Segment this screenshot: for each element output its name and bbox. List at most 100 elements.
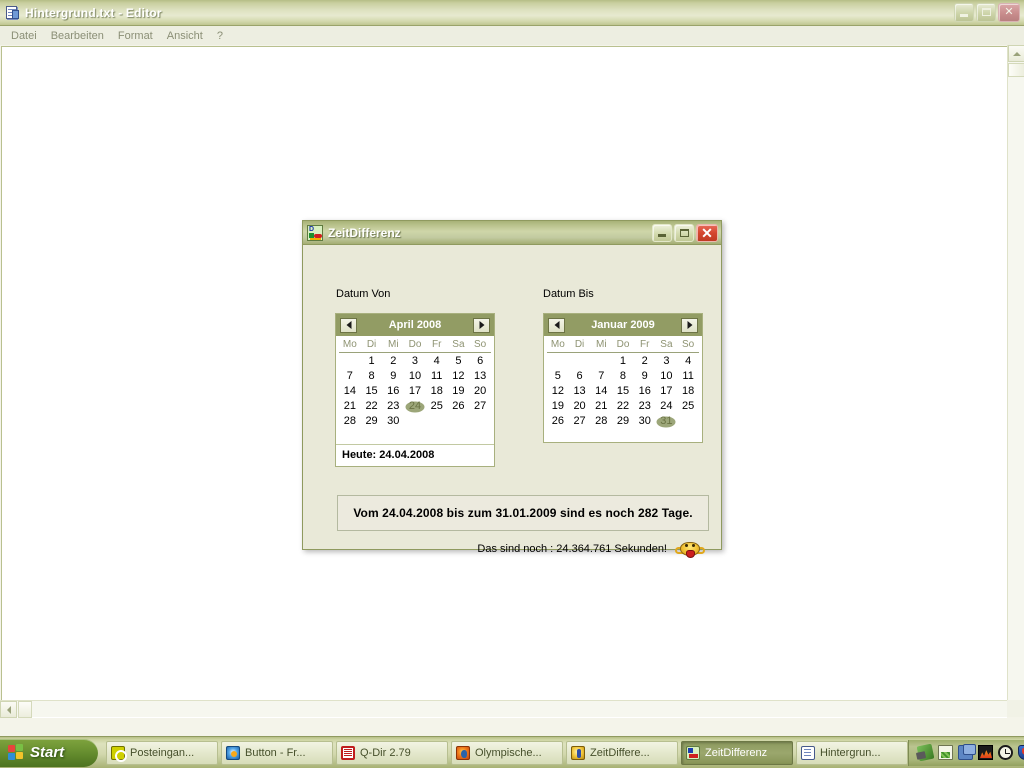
calendar-day[interactable]: 24 <box>404 399 426 414</box>
calendar-day[interactable]: 1 <box>361 354 383 369</box>
calendar-day[interactable]: 28 <box>590 414 612 429</box>
calendar-day[interactable]: 26 <box>547 414 569 429</box>
calendar-day[interactable]: 6 <box>469 354 491 369</box>
notepad-titlebar[interactable]: Hintergrund.txt - Editor ✕ <box>0 0 1024 26</box>
calendar-day[interactable]: 3 <box>404 354 426 369</box>
calendar-day[interactable]: 27 <box>569 414 591 429</box>
calendar-day[interactable]: 29 <box>361 414 383 429</box>
menu-item-ansicht[interactable]: Ansicht <box>160 29 210 43</box>
calendar-day[interactable]: 9 <box>634 369 656 384</box>
notepad-close-button[interactable]: ✕ <box>998 3 1020 22</box>
calendar-day[interactable]: 17 <box>656 384 678 399</box>
calendar-day[interactable]: 22 <box>612 399 634 414</box>
calendar-day[interactable]: 25 <box>426 399 448 414</box>
calendar-day[interactable]: 1 <box>612 354 634 369</box>
calendar-day[interactable]: 21 <box>590 399 612 414</box>
calendar-day[interactable]: 8 <box>361 369 383 384</box>
calendar-day[interactable]: 15 <box>361 384 383 399</box>
antivirus-shield-icon[interactable] <box>1018 745 1024 760</box>
calendar-day[interactable]: 28 <box>339 414 361 429</box>
dialog-close-button[interactable]: ✕ <box>696 223 718 242</box>
scroll-left-button[interactable] <box>0 701 17 718</box>
calendar-day[interactable]: 12 <box>547 384 569 399</box>
calendar-day[interactable]: 4 <box>677 354 699 369</box>
calendar-day[interactable]: 3 <box>656 354 678 369</box>
scroll-up-button[interactable] <box>1008 45 1024 62</box>
calendar-day[interactable]: 13 <box>469 369 491 384</box>
menu-item-format[interactable]: Format <box>111 29 160 43</box>
start-button[interactable]: Start <box>0 738 98 767</box>
calendar-day[interactable]: 15 <box>612 384 634 399</box>
calendar-day[interactable]: 30 <box>382 414 404 429</box>
calendar-day[interactable]: 5 <box>547 369 569 384</box>
calendar-day[interactable]: 25 <box>677 399 699 414</box>
calendar-day[interactable]: 19 <box>547 399 569 414</box>
vertical-scroll-thumb[interactable] <box>1008 63 1024 77</box>
calendar-day[interactable]: 27 <box>469 399 491 414</box>
calendar-day[interactable]: 6 <box>569 369 591 384</box>
calendar-day[interactable]: 18 <box>426 384 448 399</box>
calendar-day[interactable]: 11 <box>426 369 448 384</box>
calendar-day[interactable]: 4 <box>426 354 448 369</box>
calendar-day[interactable]: 14 <box>590 384 612 399</box>
calendar-day[interactable]: 2 <box>382 354 404 369</box>
calendar-day[interactable]: 26 <box>448 399 470 414</box>
calendar-from-next-button[interactable] <box>473 317 490 333</box>
calendar-day[interactable]: 2 <box>634 354 656 369</box>
dialog-minimize-button[interactable] <box>652 223 672 242</box>
taskbar-item-button[interactable]: Button - Fr... <box>221 740 333 765</box>
menu-item-bearbeiten[interactable]: Bearbeiten <box>44 29 111 43</box>
calendar-day[interactable]: 22 <box>361 399 383 414</box>
calendar-day[interactable]: 31 <box>656 414 678 429</box>
menu-item-datei[interactable]: Datei <box>4 29 44 43</box>
calendar-day[interactable]: 16 <box>382 384 404 399</box>
calendar-day[interactable]: 23 <box>634 399 656 414</box>
taskbar-item-qdir[interactable]: Q-Dir 2.79 <box>336 740 448 765</box>
calendar-day[interactable]: 24 <box>656 399 678 414</box>
calendar-day[interactable]: 20 <box>469 384 491 399</box>
notepad-maximize-button[interactable] <box>976 3 996 22</box>
calendar-day[interactable]: 12 <box>448 369 470 384</box>
scanner-icon[interactable] <box>916 743 935 762</box>
calendar-day[interactable]: 7 <box>590 369 612 384</box>
calendar-from[interactable]: April 2008 Mo Di Mi Do Fr Sa So 12345678… <box>335 313 495 467</box>
calendar-day[interactable]: 17 <box>404 384 426 399</box>
taskbar-item-posteingang[interactable]: Posteingan... <box>106 740 218 765</box>
calendar-to-next-button[interactable] <box>681 317 698 333</box>
taskbar-item-zeitdifferenz-doc[interactable]: ZeitDiffere... <box>566 740 678 765</box>
calendar-day[interactable]: 29 <box>612 414 634 429</box>
calendar-day[interactable]: 14 <box>339 384 361 399</box>
calendar-day[interactable]: 20 <box>569 399 591 414</box>
dialog-titlebar[interactable]: D ZeitDifferenz ✕ <box>303 221 721 245</box>
calendar-day[interactable]: 30 <box>634 414 656 429</box>
menu-item-hilfe[interactable]: ? <box>210 29 230 43</box>
calendar-day[interactable]: 18 <box>677 384 699 399</box>
taskbar-item-olympische[interactable]: Olympische... <box>451 740 563 765</box>
calendar-day[interactable]: 10 <box>404 369 426 384</box>
calendar-day[interactable]: 21 <box>339 399 361 414</box>
horizontal-scroll-thumb[interactable] <box>18 701 32 718</box>
network-icon[interactable] <box>958 744 976 760</box>
notepad-vertical-scrollbar[interactable] <box>1007 45 1024 717</box>
calendar-day[interactable]: 10 <box>656 369 678 384</box>
calendar-day[interactable]: 23 <box>382 399 404 414</box>
notepad-minimize-button[interactable] <box>954 3 974 22</box>
calendar-day[interactable]: 16 <box>634 384 656 399</box>
calendar-day[interactable]: 11 <box>677 369 699 384</box>
taskbar-item-hintergrund[interactable]: Hintergrun... <box>796 740 908 765</box>
calendar-day[interactable]: 9 <box>382 369 404 384</box>
taskbar-item-zeitdifferenz[interactable]: ZeitDifferenz <box>681 740 793 765</box>
performance-monitor-icon[interactable] <box>978 745 993 760</box>
calendar-to-prev-button[interactable] <box>548 317 565 333</box>
calendar-day[interactable]: 13 <box>569 384 591 399</box>
calendar-from-prev-button[interactable] <box>340 317 357 333</box>
battery-icon[interactable] <box>938 745 953 760</box>
notepad-horizontal-scrollbar[interactable] <box>0 700 1007 718</box>
clock-icon[interactable] <box>998 745 1013 760</box>
dialog-maximize-button[interactable] <box>674 223 694 242</box>
calendar-day[interactable]: 8 <box>612 369 634 384</box>
calendar-day[interactable]: 7 <box>339 369 361 384</box>
calendar-day[interactable]: 19 <box>448 384 470 399</box>
calendar-to[interactable]: Januar 2009 Mo Di Mi Do Fr Sa So 1234567… <box>543 313 703 443</box>
calendar-day[interactable]: 5 <box>448 354 470 369</box>
